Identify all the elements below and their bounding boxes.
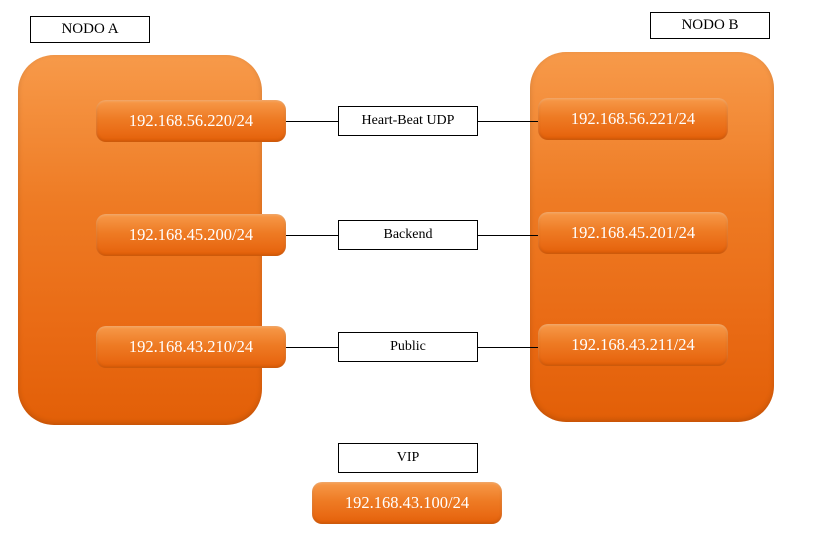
connector-0-left (286, 121, 338, 122)
connector-1-left (286, 235, 338, 236)
connector-1-right (478, 235, 538, 236)
connector-2-right (478, 347, 538, 348)
diagram-canvas: NODO A NODO B 192.168.56.220/24 Heart-Be… (0, 0, 820, 542)
node-a-ip-1: 192.168.45.200/24 (96, 214, 286, 256)
node-b-ip-2: 192.168.43.211/24 (538, 324, 728, 366)
vip-label: VIP (338, 443, 478, 473)
link-label-0: Heart-Beat UDP (338, 106, 478, 136)
node-b-ip-0: 192.168.56.221/24 (538, 98, 728, 140)
node-b-title: NODO B (650, 12, 770, 39)
node-a-ip-0: 192.168.56.220/24 (96, 100, 286, 142)
node-a-ip-2: 192.168.43.210/24 (96, 326, 286, 368)
node-a-title: NODO A (30, 16, 150, 43)
vip-ip: 192.168.43.100/24 (312, 482, 502, 524)
link-label-2: Public (338, 332, 478, 362)
connector-0-right (478, 121, 538, 122)
node-b-ip-1: 192.168.45.201/24 (538, 212, 728, 254)
link-label-1: Backend (338, 220, 478, 250)
connector-2-left (286, 347, 338, 348)
